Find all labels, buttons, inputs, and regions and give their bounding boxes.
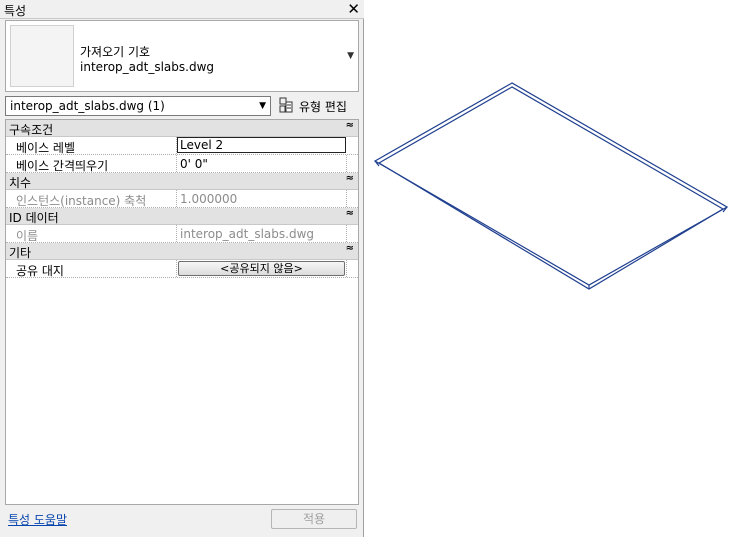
drawing-viewport[interactable] bbox=[365, 0, 737, 537]
dropdown-arrow-icon[interactable]: ▼ bbox=[259, 101, 266, 111]
param-row-name: 이름 interop_adt_slabs.dwg bbox=[6, 225, 358, 243]
param-name: 인스턴스(instance) 축척 bbox=[16, 194, 147, 208]
slab-outline bbox=[373, 82, 729, 290]
edit-type-label: 유형 편집 bbox=[299, 100, 347, 114]
slab-top-edge bbox=[373, 82, 729, 286]
shared-site-button[interactable]: <공유되지 않음> bbox=[178, 261, 345, 276]
column-separator bbox=[346, 260, 348, 277]
apply-button[interactable]: 적용 bbox=[271, 509, 357, 529]
group-label: ID 데이터 bbox=[9, 211, 59, 225]
palette-title: 특성 bbox=[4, 4, 27, 18]
group-constraints[interactable]: 구속조건 ≈ bbox=[6, 120, 358, 137]
close-icon[interactable]: ✕ bbox=[347, 0, 360, 18]
collapse-icon[interactable]: ≈ bbox=[346, 173, 354, 184]
column-separator bbox=[176, 190, 178, 207]
param-name: 이름 bbox=[16, 229, 39, 243]
column-separator bbox=[346, 190, 348, 207]
slab-bottom-edge bbox=[377, 86, 725, 290]
column-separator bbox=[176, 225, 178, 242]
group-label: 구속조건 bbox=[9, 123, 54, 137]
property-grid: 구속조건 ≈ 베이스 레벨 Level 2 베이스 간격띄우기 0' 0" 치수… bbox=[5, 119, 359, 505]
param-name: 공유 대지 bbox=[16, 264, 64, 278]
collapse-icon[interactable]: ≈ bbox=[346, 120, 354, 131]
type-name-label: interop_adt_slabs.dwg bbox=[80, 60, 215, 74]
collapse-icon[interactable]: ≈ bbox=[346, 243, 354, 254]
palette-titlebar[interactable]: 특성 ✕ bbox=[0, 0, 364, 19]
dropdown-arrow-icon[interactable]: ▼ bbox=[347, 51, 354, 61]
group-identity-data[interactable]: ID 데이터 ≈ bbox=[6, 208, 358, 225]
group-other[interactable]: 기타 ≈ bbox=[6, 243, 358, 260]
param-value[interactable]: 0' 0" bbox=[180, 157, 208, 171]
group-dimensions[interactable]: 치수 ≈ bbox=[6, 173, 358, 190]
param-value: Level 2 bbox=[180, 138, 224, 152]
param-row-base-offset[interactable]: 베이스 간격띄우기 0' 0" bbox=[6, 155, 358, 173]
param-row-shared-site[interactable]: 공유 대지 <공유되지 않음> bbox=[6, 260, 358, 278]
param-value: 1.000000 bbox=[180, 192, 238, 206]
param-row-instance-scale: 인스턴스(instance) 축척 1.000000 bbox=[6, 190, 358, 208]
param-name: 베이스 레벨 bbox=[16, 141, 76, 155]
type-preview-thumbnail bbox=[10, 25, 74, 87]
type-selector[interactable]: 가져오기 기호 interop_adt_slabs.dwg ▼ bbox=[5, 20, 359, 92]
instance-filter-dropdown[interactable]: interop_adt_slabs.dwg (1) ▼ bbox=[5, 96, 271, 116]
slab-drawing bbox=[373, 82, 729, 290]
properties-help-link[interactable]: 특성 도움말 bbox=[8, 511, 67, 528]
column-separator bbox=[346, 155, 348, 172]
group-label: 기타 bbox=[9, 246, 32, 260]
instance-filter-value: interop_adt_slabs.dwg (1) bbox=[10, 99, 165, 113]
column-separator bbox=[176, 155, 178, 172]
base-level-field[interactable]: Level 2 bbox=[177, 137, 346, 153]
edit-type-button[interactable]: 유형 편집 bbox=[277, 96, 357, 116]
param-value: interop_adt_slabs.dwg bbox=[180, 227, 315, 241]
column-separator bbox=[346, 225, 348, 242]
edit-type-icon bbox=[279, 97, 293, 113]
param-name: 베이스 간격띄우기 bbox=[16, 159, 109, 173]
collapse-icon[interactable]: ≈ bbox=[346, 208, 354, 219]
group-label: 치수 bbox=[9, 176, 32, 190]
properties-palette: 특성 ✕ 가져오기 기호 interop_adt_slabs.dwg ▼ int… bbox=[0, 0, 364, 537]
type-family-label: 가져오기 기호 bbox=[80, 45, 151, 59]
param-row-base-level[interactable]: 베이스 레벨 Level 2 bbox=[6, 137, 358, 155]
